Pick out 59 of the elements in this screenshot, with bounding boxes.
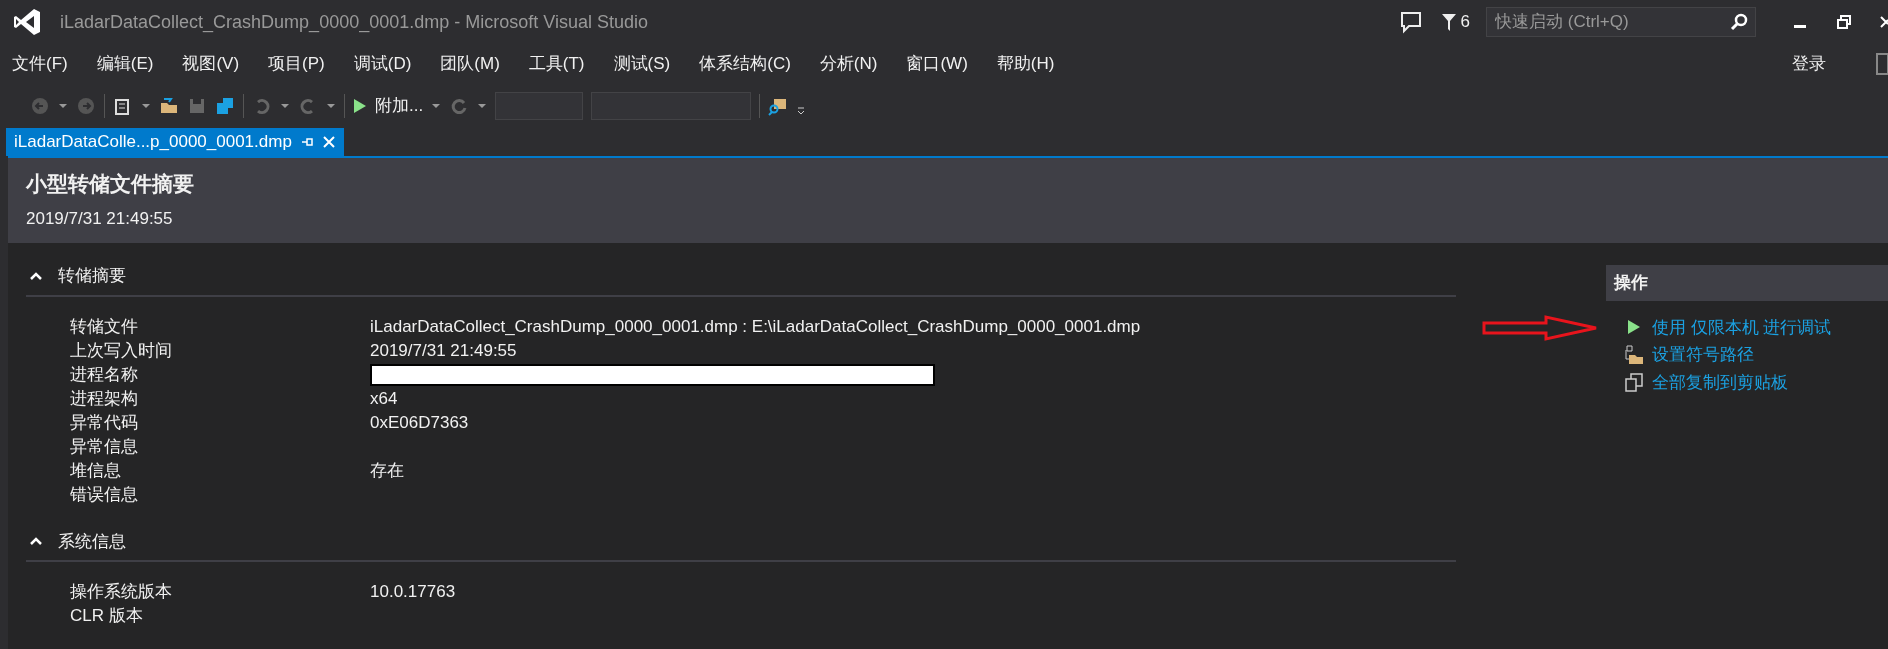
open-folder-icon[interactable]	[159, 96, 179, 116]
menu-item[interactable]: 帮助(H)	[996, 51, 1055, 77]
menu-item[interactable]: 编辑(E)	[96, 51, 154, 77]
find-in-files-icon[interactable]	[768, 96, 789, 116]
summary-title: 小型转储文件摘要	[26, 171, 195, 197]
pin-icon[interactable]	[299, 135, 314, 149]
field-value: iLadarDataCollect_CrashDump_0000_0001.dmp : E:\iLadarDataCollect_CrashDump_0000_0001.dmp	[370, 315, 1141, 338]
field-label: 操作系统版本	[70, 581, 173, 603]
field-value: x64	[370, 387, 398, 410]
menu-item[interactable]: 窗口(W)	[906, 51, 968, 77]
menu-item[interactable]: 项目(P)	[268, 51, 325, 77]
action-link[interactable]: 全部复制到剪贴板	[1652, 369, 1788, 395]
action-link[interactable]: 使用 仅限本机 进行调试	[1652, 314, 1832, 340]
sign-in-link[interactable]: 登录	[1792, 51, 1826, 77]
account-icon	[1876, 53, 1888, 75]
summary-timestamp: 2019/7/31 21:49:55	[26, 207, 174, 230]
section-title: 系统信息	[58, 530, 126, 553]
document-tab[interactable]: iLadarDataColle...p_0000_0001.dmp	[6, 128, 344, 156]
field-value: 0xE06D7363	[370, 411, 469, 434]
play-icon	[353, 98, 367, 114]
window-title: iLadarDataCollect_CrashDump_0000_0001.dmp - Microsoft Visual Studio	[60, 10, 649, 35]
section-header[interactable]: 转储摘要	[26, 255, 1456, 297]
search-icon	[1730, 13, 1748, 31]
feedback-icon[interactable]	[1398, 10, 1423, 34]
field-label: CLR 版本	[70, 605, 144, 627]
close-icon[interactable]	[1880, 14, 1888, 30]
field-label: 堆信息	[70, 459, 122, 482]
field-label: 异常代码	[70, 411, 139, 434]
field-value: 2019/7/31 21:49:55	[370, 339, 517, 362]
menu-item[interactable]: 文件(F)	[12, 51, 68, 77]
field-label: 异常信息	[70, 435, 139, 458]
field-label: 转储文件	[70, 315, 139, 338]
menu-item[interactable]: 测试(S)	[613, 51, 671, 77]
copy-icon	[1624, 372, 1644, 393]
menu-item[interactable]: 团队(M)	[440, 51, 500, 77]
menu-item[interactable]: 视图(V)	[182, 51, 240, 77]
field-label: 上次写入时间	[70, 339, 173, 362]
notification-count: 6	[1460, 11, 1470, 34]
action-link[interactable]: 设置符号路径	[1652, 342, 1754, 368]
filter-icon[interactable]	[1440, 12, 1457, 32]
field-label: 错误信息	[70, 483, 139, 506]
menu-item[interactable]: 调试(D)	[353, 51, 412, 77]
menu-item[interactable]: 体系结构(C)	[699, 51, 791, 77]
field-value: 10.0.17763	[370, 581, 456, 603]
save-all-icon[interactable]	[215, 96, 235, 116]
restore-icon[interactable]	[1836, 14, 1852, 30]
folder-icon	[1624, 344, 1644, 365]
menu-item[interactable]: 分析(N)	[819, 51, 878, 77]
field-label: 进程架构	[70, 387, 139, 410]
section-title: 转储摘要	[58, 265, 126, 287]
field-label: 进程名称	[70, 363, 139, 386]
field-value: 存在	[370, 459, 404, 482]
save-icon[interactable]	[187, 96, 207, 116]
section-header[interactable]: 系统信息	[26, 520, 1456, 562]
menu-item[interactable]: 工具(T)	[528, 51, 585, 77]
attach-button[interactable]: 附加...	[353, 93, 424, 119]
visual-studio-logo	[12, 7, 42, 37]
actions-header: 操作	[1606, 265, 1888, 301]
quick-launch-field[interactable]: 快速启动 (Ctrl+Q)	[1486, 7, 1756, 37]
